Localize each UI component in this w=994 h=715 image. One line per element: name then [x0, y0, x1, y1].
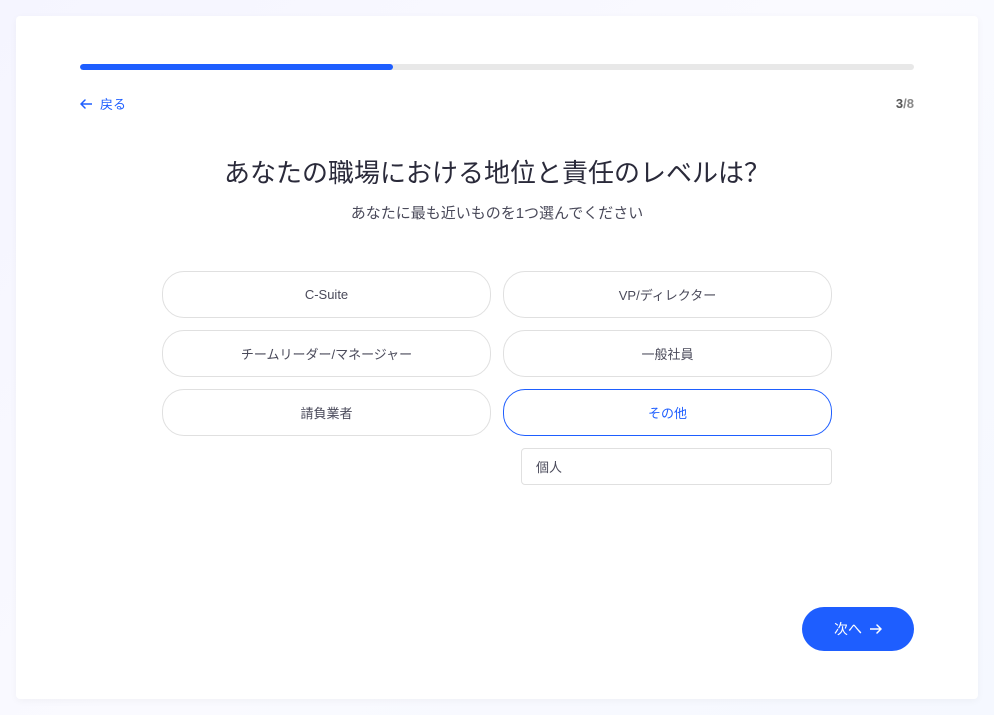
back-button[interactable]: 戻る	[80, 94, 126, 113]
progress-fill	[80, 64, 393, 70]
option-employee[interactable]: 一般社員	[503, 330, 832, 377]
arrow-left-icon	[80, 99, 92, 109]
other-input-wrapper	[503, 448, 832, 485]
step-indicator: 3/8	[896, 96, 914, 111]
option-c-suite[interactable]: C-Suite	[162, 271, 491, 318]
next-button[interactable]: 次へ	[802, 607, 914, 651]
options-grid: C-Suite VP/ディレクター チームリーダー/マネージャー 一般社員 請負…	[162, 271, 832, 485]
arrow-right-icon	[870, 624, 882, 634]
header-row: 戻る 3/8	[80, 94, 914, 113]
other-text-input[interactable]	[521, 448, 832, 485]
step-total: 8	[907, 96, 914, 111]
option-vp-director[interactable]: VP/ディレクター	[503, 271, 832, 318]
option-contractor[interactable]: 請負業者	[162, 389, 491, 436]
survey-card: 戻る 3/8 あなたの職場における地位と責任のレベルは？ あなたに最も近いものを…	[16, 16, 978, 699]
progress-bar	[80, 64, 914, 70]
option-team-leader[interactable]: チームリーダー/マネージャー	[162, 330, 491, 377]
option-other[interactable]: その他	[503, 389, 832, 436]
back-label: 戻る	[100, 94, 126, 113]
next-label: 次へ	[834, 619, 862, 639]
question-subtitle: あなたに最も近いものを1つ選んでください	[80, 202, 914, 223]
question-title: あなたの職場における地位と責任のレベルは？	[80, 153, 914, 190]
